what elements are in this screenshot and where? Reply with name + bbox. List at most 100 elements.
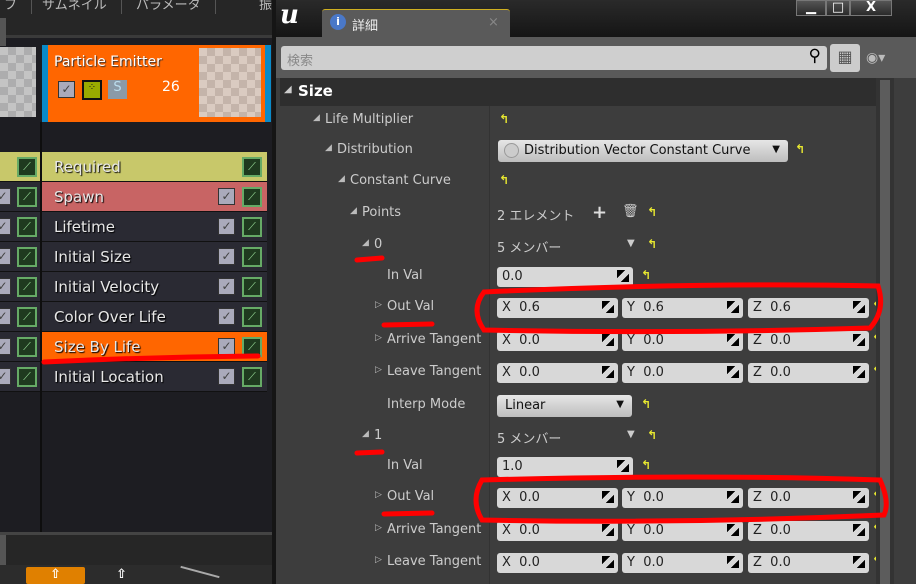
module-row[interactable]: Initial Location ✓ ⟋ bbox=[42, 362, 267, 392]
section-header-size[interactable]: ◢ Size bbox=[280, 78, 876, 106]
curve-graph-icon[interactable]: ⟋ bbox=[242, 367, 262, 387]
move-button[interactable]: ⇧ bbox=[116, 567, 127, 582]
scrollbar-thumb[interactable] bbox=[880, 80, 890, 584]
close-button[interactable]: X bbox=[850, 0, 892, 16]
curve-graph-icon[interactable]: ⟋ bbox=[17, 187, 37, 207]
expand-arrow-icon[interactable]: ◢ bbox=[313, 113, 320, 123]
reset-to-default-icon[interactable]: ↰ bbox=[499, 112, 509, 126]
solo-button[interactable]: S bbox=[108, 80, 127, 99]
expand-arrow-icon[interactable]: ▷ bbox=[375, 365, 382, 375]
expand-arrow-icon[interactable]: ◢ bbox=[362, 429, 369, 439]
reset-to-default-icon[interactable]: ↰ bbox=[795, 142, 805, 156]
expand-arrow-icon[interactable]: ▷ bbox=[375, 333, 382, 343]
sub-tab[interactable] bbox=[0, 18, 6, 46]
curve-graph-icon[interactable]: ⟋ bbox=[17, 367, 37, 387]
add-element-icon[interactable]: + bbox=[592, 202, 607, 223]
emitter-header[interactable]: Particle Emitter ✓ ⁘ S 26 bbox=[48, 45, 265, 122]
name-value-divider[interactable] bbox=[489, 106, 490, 584]
module-enable-checkbox[interactable]: ✓ bbox=[0, 248, 11, 265]
curve-graph-icon[interactable]: ⟋ bbox=[242, 247, 262, 267]
expand-arrow-icon[interactable]: ◢ bbox=[338, 174, 345, 184]
struct-options-arrow-icon[interactable]: ▼ bbox=[627, 238, 635, 249]
reset-to-default-icon[interactable]: ↰ bbox=[641, 458, 651, 472]
curve-graph-icon[interactable]: ⟋ bbox=[17, 247, 37, 267]
vector-x-input[interactable]: X 0.6 bbox=[497, 298, 618, 318]
search-icon[interactable]: ⚲ bbox=[809, 46, 821, 66]
vector-z-input[interactable]: Z 0.0 bbox=[748, 488, 869, 508]
curve-graph-icon[interactable]: ⟋ bbox=[17, 157, 37, 177]
module-enable-checkbox[interactable]: ✓ bbox=[218, 308, 235, 325]
curve-graph-icon[interactable]: ⟋ bbox=[17, 307, 37, 327]
module-enable-checkbox[interactable]: ✓ bbox=[218, 188, 235, 205]
float-input[interactable]: 0.0 bbox=[497, 267, 633, 287]
module-enable-checkbox[interactable]: ✓ bbox=[0, 218, 11, 235]
module-enable-checkbox[interactable]: ✓ bbox=[218, 218, 235, 235]
vector-y-input[interactable]: Y 0.0 bbox=[622, 488, 743, 508]
expand-arrow-icon[interactable]: ◢ bbox=[362, 238, 369, 248]
reset-to-default-icon[interactable]: ↰ bbox=[647, 237, 657, 251]
module-row[interactable]: Color Over Life ✓ ⟋ bbox=[42, 302, 267, 332]
emitter-enable-checkbox[interactable]: ✓ bbox=[58, 81, 75, 98]
curve-graph-icon[interactable]: ⟋ bbox=[242, 277, 262, 297]
vector-y-input[interactable]: Y 0.0 bbox=[622, 553, 743, 573]
curve-graph-icon[interactable]: ⟋ bbox=[242, 307, 262, 327]
maximize-button[interactable]: □ bbox=[826, 0, 850, 16]
minimize-button[interactable]: ▁ bbox=[796, 0, 826, 16]
tab-thumbnail[interactable]: サムネイル bbox=[28, 0, 122, 14]
reset-to-default-icon[interactable]: ↰ bbox=[647, 205, 657, 219]
module-row[interactable]: Initial Velocity ✓ ⟋ bbox=[42, 272, 267, 302]
reset-to-default-icon[interactable]: ↰ bbox=[641, 397, 651, 411]
search-input[interactable]: 検索 ⚲ bbox=[281, 46, 827, 70]
module-row[interactable]: Required ⟋ bbox=[42, 152, 267, 182]
curve-graph-icon[interactable]: ⟋ bbox=[242, 337, 262, 357]
vector-x-input[interactable]: X 0.0 bbox=[497, 521, 618, 541]
curve-graph-icon[interactable]: ⟋ bbox=[242, 187, 262, 207]
expand-arrow-icon[interactable]: ◢ bbox=[325, 143, 332, 153]
expand-arrow-icon[interactable]: ▷ bbox=[375, 555, 382, 565]
float-input[interactable]: 1.0 bbox=[497, 457, 633, 477]
vector-z-input[interactable]: Z 0.0 bbox=[748, 521, 869, 541]
reset-to-default-icon[interactable]: ↰ bbox=[499, 173, 509, 187]
module-enable-checkbox[interactable]: ✓ bbox=[0, 188, 11, 205]
expand-arrow-icon[interactable]: ◢ bbox=[350, 206, 357, 216]
expand-arrow-icon[interactable]: ▷ bbox=[375, 490, 382, 500]
module-enable-checkbox[interactable]: ✓ bbox=[0, 338, 11, 355]
module-row[interactable]: Spawn ✓ ⟋ bbox=[42, 182, 267, 212]
tab-details[interactable]: i 詳細 × bbox=[322, 9, 510, 37]
move-up-button[interactable]: ⇧ bbox=[26, 567, 85, 584]
module-enable-checkbox[interactable]: ✓ bbox=[218, 278, 235, 295]
vector-x-input[interactable]: X 0.0 bbox=[497, 488, 618, 508]
vector-z-input[interactable]: Z 0.6 bbox=[748, 298, 869, 318]
module-row[interactable]: Initial Size ✓ ⟋ bbox=[42, 242, 267, 272]
expand-arrow-icon[interactable]: ▷ bbox=[375, 523, 382, 533]
expand-arrow-icon[interactable]: ▷ bbox=[375, 300, 382, 310]
module-enable-checkbox[interactable]: ✓ bbox=[218, 368, 235, 385]
render-mode-icon[interactable]: ⁘ bbox=[82, 80, 102, 100]
vector-y-input[interactable]: Y 0.0 bbox=[622, 521, 743, 541]
curve-graph-icon[interactable]: ⟋ bbox=[242, 157, 262, 177]
curve-graph-icon[interactable]: ⟋ bbox=[17, 277, 37, 297]
vector-y-input[interactable]: Y 0.6 bbox=[622, 298, 743, 318]
interp-mode-dropdown[interactable]: Linear ▼ bbox=[497, 395, 632, 417]
tab-parameters[interactable]: パラメータ bbox=[122, 0, 216, 14]
curve-icon[interactable] bbox=[180, 565, 220, 579]
tab-3[interactable]: 振 bbox=[245, 0, 272, 14]
curve-graph-icon[interactable]: ⟋ bbox=[242, 217, 262, 237]
vector-x-input[interactable]: X 0.0 bbox=[497, 363, 618, 383]
module-enable-checkbox[interactable]: ✓ bbox=[0, 308, 11, 325]
vector-z-input[interactable]: Z 0.0 bbox=[748, 363, 869, 383]
eye-icon[interactable]: ◉▾ bbox=[866, 50, 885, 66]
reset-to-default-icon[interactable]: ↰ bbox=[641, 268, 651, 282]
trash-icon[interactable]: 🗑 bbox=[622, 204, 639, 219]
distribution-dropdown[interactable]: Distribution Vector Constant Curve ▼ bbox=[498, 140, 788, 162]
module-enable-checkbox[interactable]: ✓ bbox=[218, 248, 235, 265]
vector-y-input[interactable]: Y 0.0 bbox=[622, 363, 743, 383]
vector-z-input[interactable]: Z 0.0 bbox=[748, 553, 869, 573]
struct-options-arrow-icon[interactable]: ▼ bbox=[627, 429, 635, 440]
tab-close-icon[interactable]: × bbox=[488, 15, 499, 30]
module-row[interactable]: Size By Life ✓ ⟋ bbox=[42, 332, 267, 362]
module-enable-checkbox[interactable]: ✓ bbox=[218, 338, 235, 355]
module-enable-checkbox[interactable]: ✓ bbox=[0, 278, 11, 295]
module-row[interactable]: Lifetime ✓ ⟋ bbox=[42, 212, 267, 242]
vector-z-input[interactable]: Z 0.0 bbox=[748, 331, 869, 351]
